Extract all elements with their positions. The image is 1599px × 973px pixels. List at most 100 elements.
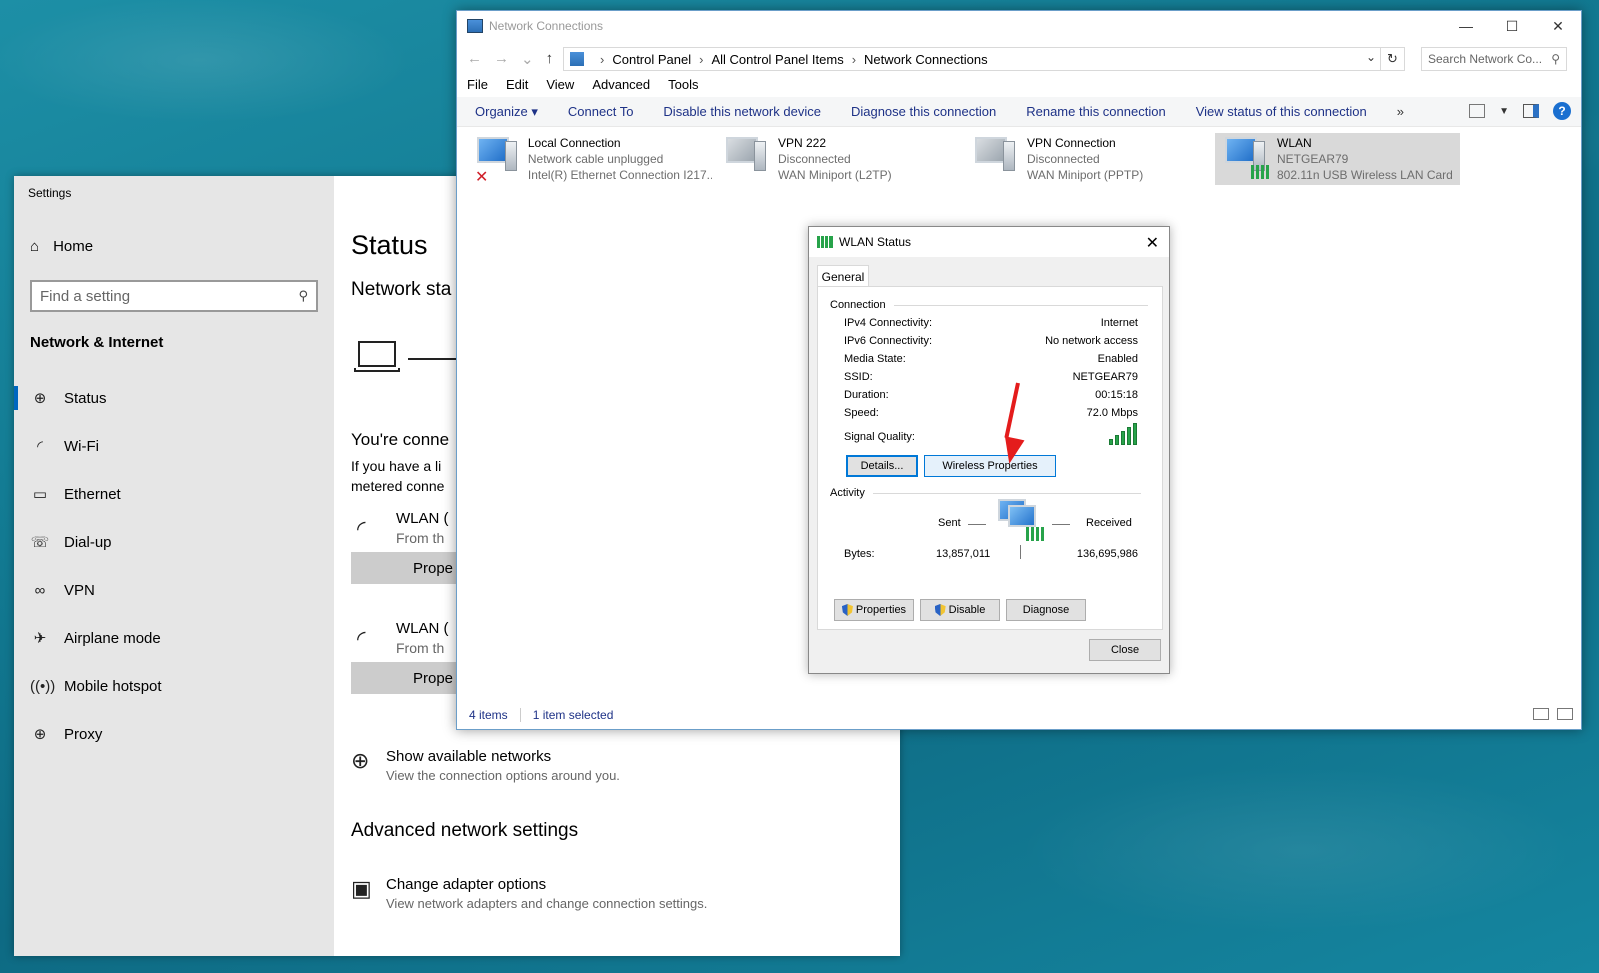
rename-button[interactable]: Rename this connection	[1026, 104, 1165, 119]
recent-dropdown-icon[interactable]: ⌄	[521, 50, 534, 68]
connection-item-wlan[interactable]: WLAN NETGEAR79 802.11n USB Wireless LAN …	[1215, 133, 1460, 185]
page-title: Status	[351, 230, 428, 260]
group-divider	[893, 304, 1148, 306]
adapter-icon: ▣	[351, 876, 372, 901]
signal-icon	[817, 236, 833, 248]
minimize-button[interactable]: —	[1443, 11, 1489, 41]
connection-item-vpn[interactable]: VPN Connection Disconnected WAN Miniport…	[965, 133, 1210, 185]
tab-general[interactable]: General	[817, 265, 869, 287]
received-label: Received	[1086, 517, 1132, 529]
connection-status: Disconnected	[1027, 152, 1100, 166]
tiles-view-icon[interactable]	[1557, 708, 1573, 720]
menu-view[interactable]: View	[546, 77, 574, 92]
sidebar-item-label: Proxy	[64, 725, 103, 743]
group-divider	[872, 492, 1141, 494]
sidebar-item-wifi[interactable]: ◜ Wi-Fi	[14, 422, 334, 470]
sidebar-item-proxy[interactable]: ⊕ Proxy	[14, 710, 334, 758]
search-icon: ⚲	[1551, 52, 1560, 66]
connection-item-local[interactable]: ✕ Local Connection Network cable unplugg…	[467, 133, 712, 186]
chevron-right-icon: ›	[699, 51, 704, 67]
settings-search-input[interactable]: Find a setting ⚲	[30, 280, 318, 312]
signal-label: Signal Quality:	[844, 431, 915, 443]
view-status-button[interactable]: View status of this connection	[1196, 104, 1367, 119]
disable-button[interactable]: Disable	[920, 599, 1000, 621]
connected-heading: You're conne	[351, 430, 450, 449]
wlan-name: WLAN (	[396, 620, 449, 637]
change-view-icon[interactable]	[1469, 104, 1486, 118]
media-state-row: Media State: Enabled	[844, 353, 1138, 365]
vpn-adapter-icon	[973, 135, 1019, 181]
sent-label: Sent	[938, 517, 961, 529]
menu-edit[interactable]: Edit	[506, 77, 528, 92]
duration-row: Duration: 00:15:18	[844, 389, 1138, 401]
close-button[interactable]: Close	[1089, 639, 1161, 661]
connection-name: Local Connection	[527, 136, 621, 150]
home-icon: ⌂	[30, 238, 40, 255]
connection-status: Network cable unplugged	[527, 152, 664, 166]
control-panel-icon	[570, 52, 584, 66]
preview-pane-icon[interactable]	[1523, 104, 1539, 118]
connection-device: 802.11n USB Wireless LAN Card	[1277, 168, 1453, 182]
menu-advanced[interactable]: Advanced	[592, 77, 650, 92]
layout-toggles	[1533, 708, 1573, 720]
connection-device: WAN Miniport (L2TP)	[778, 168, 892, 182]
forward-arrow-icon[interactable]: →	[494, 50, 509, 68]
window-title: Network Connections	[489, 19, 604, 33]
dialog-close-icon[interactable]: ✕	[1146, 233, 1159, 253]
sidebar-item-vpn[interactable]: ∞ VPN	[14, 566, 334, 614]
breadcrumb-control-panel[interactable]: Control Panel	[612, 52, 691, 67]
connections-list: ✕ Local Connection Network cable unplugg…	[457, 131, 1581, 191]
diagnose-button[interactable]: Diagnose this connection	[851, 104, 996, 119]
help-icon[interactable]: ?	[1553, 102, 1571, 120]
home-link[interactable]: ⌂ Home	[30, 238, 93, 255]
chevron-down-icon[interactable]: ▼	[1499, 106, 1509, 117]
chevron-down-icon[interactable]: ⌄	[1366, 50, 1376, 64]
menu-tools[interactable]: Tools	[668, 77, 698, 92]
organize-button[interactable]: Organize ▾	[475, 104, 538, 120]
change-adapter-link[interactable]: ▣ Change adapter options View network ad…	[351, 876, 707, 911]
section-heading: Network & Internet	[30, 334, 164, 351]
connection-status: Disconnected	[778, 152, 851, 166]
sent-dash	[968, 524, 986, 525]
ipv4-value: Internet	[1100, 317, 1138, 329]
sidebar-item-hotspot[interactable]: ((•)) Mobile hotspot	[14, 662, 334, 710]
wlan-status-dialog: WLAN Status ✕ General Connection IPv4 Co…	[808, 226, 1170, 674]
sidebar-item-label: VPN	[64, 581, 95, 599]
close-button[interactable]: ✕	[1535, 11, 1581, 41]
details-view-icon[interactable]	[1533, 708, 1549, 720]
disable-device-button[interactable]: Disable this network device	[663, 104, 821, 119]
item-count: 4 items	[469, 708, 508, 722]
back-arrow-icon[interactable]: ←	[467, 50, 482, 68]
details-button[interactable]: Details...	[846, 455, 918, 477]
sidebar-item-label: Status	[64, 389, 107, 407]
connect-to-button[interactable]: Connect To	[568, 104, 634, 119]
sidebar-item-ethernet[interactable]: ▭ Ethernet	[14, 470, 334, 518]
wireless-properties-button[interactable]: Wireless Properties	[924, 455, 1056, 477]
activity-group-label: Activity	[830, 487, 865, 499]
hotspot-icon: ((•))	[30, 677, 56, 695]
sidebar-item-status[interactable]: ⊕ Status	[14, 374, 334, 422]
menu-file[interactable]: File	[467, 77, 488, 92]
up-arrow-icon[interactable]: ↑	[546, 50, 554, 68]
ssid-row: SSID: NETGEAR79	[844, 371, 1138, 383]
shield-icon	[934, 604, 946, 616]
sidebar-item-dialup[interactable]: ☏ Dial-up	[14, 518, 334, 566]
ethernet-adapter-icon: ✕	[475, 135, 520, 186]
properties-button[interactable]: Properties	[834, 599, 914, 621]
refresh-icon[interactable]: ↻	[1380, 48, 1404, 70]
speed-value: 72.0 Mbps	[1086, 407, 1138, 419]
change-adapter-desc: View network adapters and change connect…	[386, 896, 708, 911]
connection-item-vpn222[interactable]: VPN 222 Disconnected WAN Miniport (L2TP)	[716, 133, 961, 185]
ipv6-value: No network access	[1045, 335, 1138, 347]
address-bar[interactable]: › Control Panel › All Control Panel Item…	[563, 47, 1405, 71]
more-commands-button[interactable]: »	[1397, 104, 1404, 119]
maximize-button[interactable]: ☐	[1489, 11, 1535, 41]
breadcrumb-all-items[interactable]: All Control Panel Items	[711, 52, 843, 67]
change-adapter-title: Change adapter options	[386, 876, 547, 893]
diagnose-button[interactable]: Diagnose	[1006, 599, 1086, 621]
ipv6-label: IPv6 Connectivity:	[844, 335, 933, 347]
sidebar-item-airplane[interactable]: ✈ Airplane mode	[14, 614, 334, 662]
search-input[interactable]: Search Network Co... ⚲	[1421, 47, 1567, 71]
show-networks-link[interactable]: ⊕ Show available networks View the conne…	[351, 748, 620, 783]
breadcrumb-network-connections[interactable]: Network Connections	[864, 52, 988, 67]
